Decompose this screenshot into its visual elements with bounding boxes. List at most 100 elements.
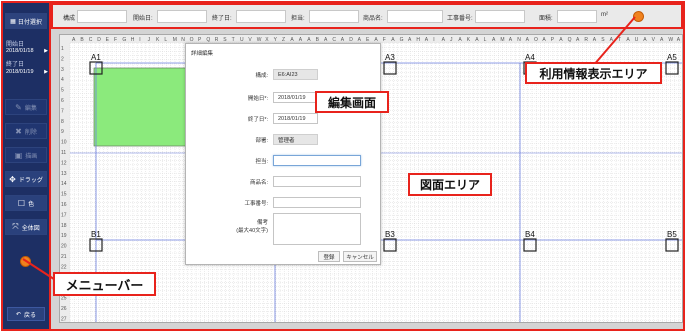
row-number: 3 — [61, 67, 64, 73]
label-product: 商品名: — [249, 180, 268, 186]
column-letter: O — [534, 37, 538, 43]
delete-button[interactable]: ✖ 削除 — [5, 123, 47, 139]
row-number: 21 — [61, 254, 67, 260]
column-letter: G — [400, 37, 404, 43]
undo-icon: ↶ — [15, 311, 21, 318]
info-field-product — [387, 10, 443, 23]
marker-label: A3 — [385, 53, 395, 62]
row-number: 7 — [61, 108, 64, 114]
end-date-value[interactable]: 2018/01/19 ▶ — [6, 67, 48, 76]
column-letter: H — [131, 37, 135, 43]
callout-menu-bar: メニューバー — [53, 272, 156, 296]
save-button[interactable]: 登録 — [318, 251, 340, 262]
label-start-date: 開始日*: — [247, 96, 268, 102]
draw-button[interactable]: ▣ 描画 — [5, 147, 47, 163]
usage-info-bar: 構成 開始日: 終了日: 担当: 商品名: 工事番号: 面積: m² — [51, 3, 683, 29]
column-letter: I — [139, 37, 140, 43]
label-structure: 構成: — [255, 73, 268, 79]
row-number: 2 — [61, 56, 64, 62]
row-number: 16 — [61, 202, 67, 208]
row-number: 11 — [61, 150, 66, 156]
remarks-textarea[interactable] — [273, 213, 361, 245]
person-input[interactable] — [273, 155, 361, 166]
move-icon: ✥ — [9, 174, 16, 184]
row-number: 6 — [61, 98, 64, 104]
row-number: 20 — [61, 244, 67, 250]
label-remarks: 備考 — [256, 220, 268, 226]
column-letter: N — [517, 37, 521, 43]
marker-label: B1 — [91, 230, 101, 239]
work-no-input[interactable] — [273, 197, 361, 208]
column-letter: F — [114, 37, 117, 43]
column-letter: M — [500, 37, 504, 43]
column-letter: T — [618, 37, 621, 43]
date-select-button[interactable]: ▦ 日付選択 — [5, 13, 47, 29]
row-number: 25 — [61, 296, 67, 302]
label-end-date: 終了日*: — [247, 117, 268, 123]
chevron-right-icon: ▶ — [44, 68, 48, 75]
info-field-start — [157, 10, 207, 23]
expand-icon: ⤧ — [12, 222, 19, 231]
delete-icon: ✖ — [15, 126, 22, 136]
column-letter: G — [122, 37, 126, 43]
product-input[interactable] — [273, 176, 361, 187]
edit-icon: ✎ — [15, 102, 22, 112]
row-number: 26 — [61, 306, 67, 312]
cancel-button[interactable]: キャンセル — [343, 251, 377, 262]
column-letter: R — [584, 37, 588, 43]
drag-button[interactable]: ✥ ドラッグ — [5, 171, 47, 187]
row-number: 8 — [61, 119, 64, 125]
row-number: 13 — [61, 171, 67, 177]
row-number: 4 — [61, 77, 64, 83]
label-department: 部署: — [255, 138, 268, 144]
info-label-person: 担当: — [291, 16, 305, 22]
edit-dialog: 詳細編集 構成: E6:AI23 開始日*: 2018/01/19 終了日*: … — [185, 43, 381, 265]
marker-square — [383, 238, 397, 252]
chevron-right-icon: ▶ — [44, 47, 48, 54]
info-label-start: 開始日: — [133, 16, 153, 22]
row-number: 15 — [61, 192, 67, 198]
info-label-structure: 構成 — [63, 16, 76, 22]
info-label-product: 商品名: — [363, 16, 383, 22]
label-work-no: 工事番号: — [244, 201, 268, 207]
marker-label: B3 — [385, 230, 395, 239]
row-number: 12 — [61, 160, 67, 166]
marker-label: A1 — [91, 53, 101, 62]
info-field-area — [557, 10, 597, 23]
marker-label: A4 — [525, 53, 535, 62]
area-unit: m² — [601, 12, 608, 18]
info-label-work-no: 工事番号: — [447, 16, 473, 22]
label-person: 担当: — [255, 159, 268, 165]
edit-button[interactable]: ✎ 編集 — [5, 99, 47, 115]
dialog-title: 詳細編集 — [191, 51, 214, 57]
row-number: 14 — [61, 181, 67, 187]
info-field-structure — [77, 10, 127, 23]
callout-drawing-area: 図面エリア — [408, 173, 492, 196]
column-letter: L — [164, 37, 167, 43]
selected-region — [93, 67, 187, 147]
row-number: 27 — [61, 316, 67, 322]
info-label-area: 面積: — [539, 16, 553, 22]
marker-label: B4 — [525, 230, 535, 239]
marker-square — [523, 238, 537, 252]
start-date-value[interactable]: 2018/01/18 ▶ — [6, 46, 48, 55]
info-field-person — [309, 10, 359, 23]
column-letter: D — [97, 37, 101, 43]
start-date-input[interactable]: 2018/01/19 — [273, 92, 318, 103]
square-icon: ☐ — [17, 198, 26, 208]
calendar-icon: ▦ — [10, 18, 16, 25]
row-number: 17 — [61, 212, 67, 218]
callout-edit-screen: 編集画面 — [315, 91, 389, 113]
column-letter: U — [635, 37, 639, 43]
back-button[interactable]: ↶ 戻る — [7, 307, 45, 321]
column-letter: H — [416, 37, 420, 43]
column-header-bar — [60, 35, 682, 43]
column-letter: C — [89, 37, 93, 43]
department-field: 管理者 — [273, 134, 318, 145]
overview-button[interactable]: ⤧ 全体図 — [5, 219, 47, 235]
end-date-input[interactable]: 2018/01/19 — [273, 113, 318, 124]
color-button[interactable]: ☐ 色 — [5, 195, 47, 211]
callout-info-area: 利用情報表示エリア — [525, 62, 662, 84]
row-number: 22 — [61, 264, 67, 270]
marker-label: B5 — [667, 230, 677, 239]
